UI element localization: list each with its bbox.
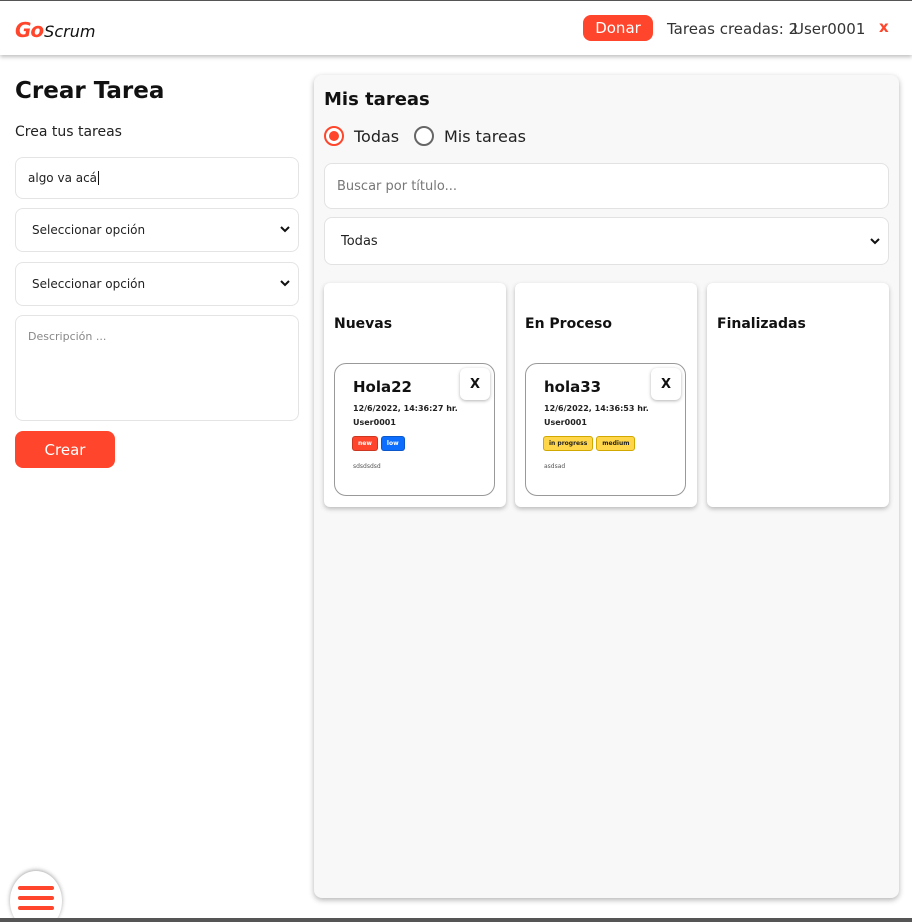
my-tasks-panel: Mis tareas Todas Mis tareas Buscar por t… xyxy=(314,75,899,898)
search-input[interactable]: Buscar por título... xyxy=(324,163,889,209)
chevron-down-icon xyxy=(280,280,290,287)
column-new: Nuevas Hola22 X 12/6/2022, 14:36:27 hr. … xyxy=(324,283,506,507)
chevron-down-icon xyxy=(870,238,880,245)
top-header: Go Scrum Donar Tareas creadas: 2 User000… xyxy=(0,0,912,55)
username-label: User0001 xyxy=(793,20,866,38)
task-tags: in progress medium xyxy=(543,436,636,451)
status-select[interactable]: Seleccionar opción xyxy=(15,208,299,252)
my-tasks-title: Mis tareas xyxy=(324,89,430,110)
tasks-created-count: Tareas creadas: 2 xyxy=(667,20,799,38)
radio-mine-circle[interactable] xyxy=(414,126,434,146)
filter-select-value: Todas xyxy=(341,234,378,249)
status-tag[interactable]: in progress xyxy=(543,436,594,451)
create-task-title: Crear Tarea xyxy=(15,78,165,104)
priority-select-value: Seleccionar opción xyxy=(32,277,146,291)
task-title: Hola22 xyxy=(353,378,412,396)
status-select-value: Seleccionar opción xyxy=(32,223,146,237)
priority-filter-select[interactable]: Todas xyxy=(324,217,889,265)
delete-task-button[interactable]: X xyxy=(460,368,490,400)
priority-tag[interactable]: medium xyxy=(596,436,636,451)
column-in-progress: En Proceso hola33 X 12/6/2022, 14:36:53 … xyxy=(515,283,697,507)
menu-bar xyxy=(18,906,54,910)
radio-all-circle[interactable] xyxy=(324,126,344,146)
column-title: Finalizadas xyxy=(717,316,806,332)
chevron-down-icon xyxy=(280,226,290,233)
radio-mine[interactable]: Mis tareas xyxy=(414,126,526,146)
task-card: Hola22 X 12/6/2022, 14:36:27 hr. User000… xyxy=(334,363,495,496)
column-title: Nuevas xyxy=(334,316,393,332)
menu-bar xyxy=(18,886,54,890)
task-datetime: 12/6/2022, 14:36:53 hr. xyxy=(544,404,649,413)
task-title-input[interactable]: algo va acá xyxy=(15,157,299,199)
donate-button[interactable]: Donar xyxy=(583,15,653,41)
logo-scrum-text: Scrum xyxy=(44,22,96,41)
task-card: hola33 X 12/6/2022, 14:36:53 hr. User000… xyxy=(525,363,686,496)
priority-tag[interactable]: low xyxy=(380,436,405,451)
radio-all[interactable]: Todas xyxy=(324,126,399,146)
task-user: User0001 xyxy=(544,418,587,427)
delete-task-button[interactable]: X xyxy=(651,368,681,400)
hamburger-menu-icon[interactable] xyxy=(10,871,62,922)
bottom-border xyxy=(0,918,912,922)
radio-all-label: Todas xyxy=(354,126,400,146)
task-description: sdsdsdsd xyxy=(353,463,381,470)
menu-bar xyxy=(18,896,54,900)
radio-mine-label: Mis tareas xyxy=(444,126,526,146)
task-user: User0001 xyxy=(353,418,396,427)
column-finished: Finalizadas xyxy=(707,283,889,507)
task-datetime: 12/6/2022, 14:36:27 hr. xyxy=(353,404,458,413)
task-description: asdsad xyxy=(544,463,566,470)
task-title-value: algo va acá xyxy=(28,171,98,185)
task-tags: new low xyxy=(352,436,405,451)
status-tag[interactable]: new xyxy=(352,436,378,451)
column-title: En Proceso xyxy=(525,316,612,332)
description-textarea[interactable]: Descripción ... xyxy=(15,315,299,421)
text-cursor xyxy=(98,171,100,185)
logo-go-text: Go xyxy=(15,18,44,42)
logout-button[interactable]: x xyxy=(879,18,889,36)
create-task-subtitle: Crea tus tareas xyxy=(15,124,122,140)
goscrum-logo[interactable]: Go Scrum xyxy=(15,18,95,42)
task-title: hola33 xyxy=(544,378,602,396)
create-button[interactable]: Crear xyxy=(15,431,115,468)
priority-select[interactable]: Seleccionar opción xyxy=(15,262,299,306)
